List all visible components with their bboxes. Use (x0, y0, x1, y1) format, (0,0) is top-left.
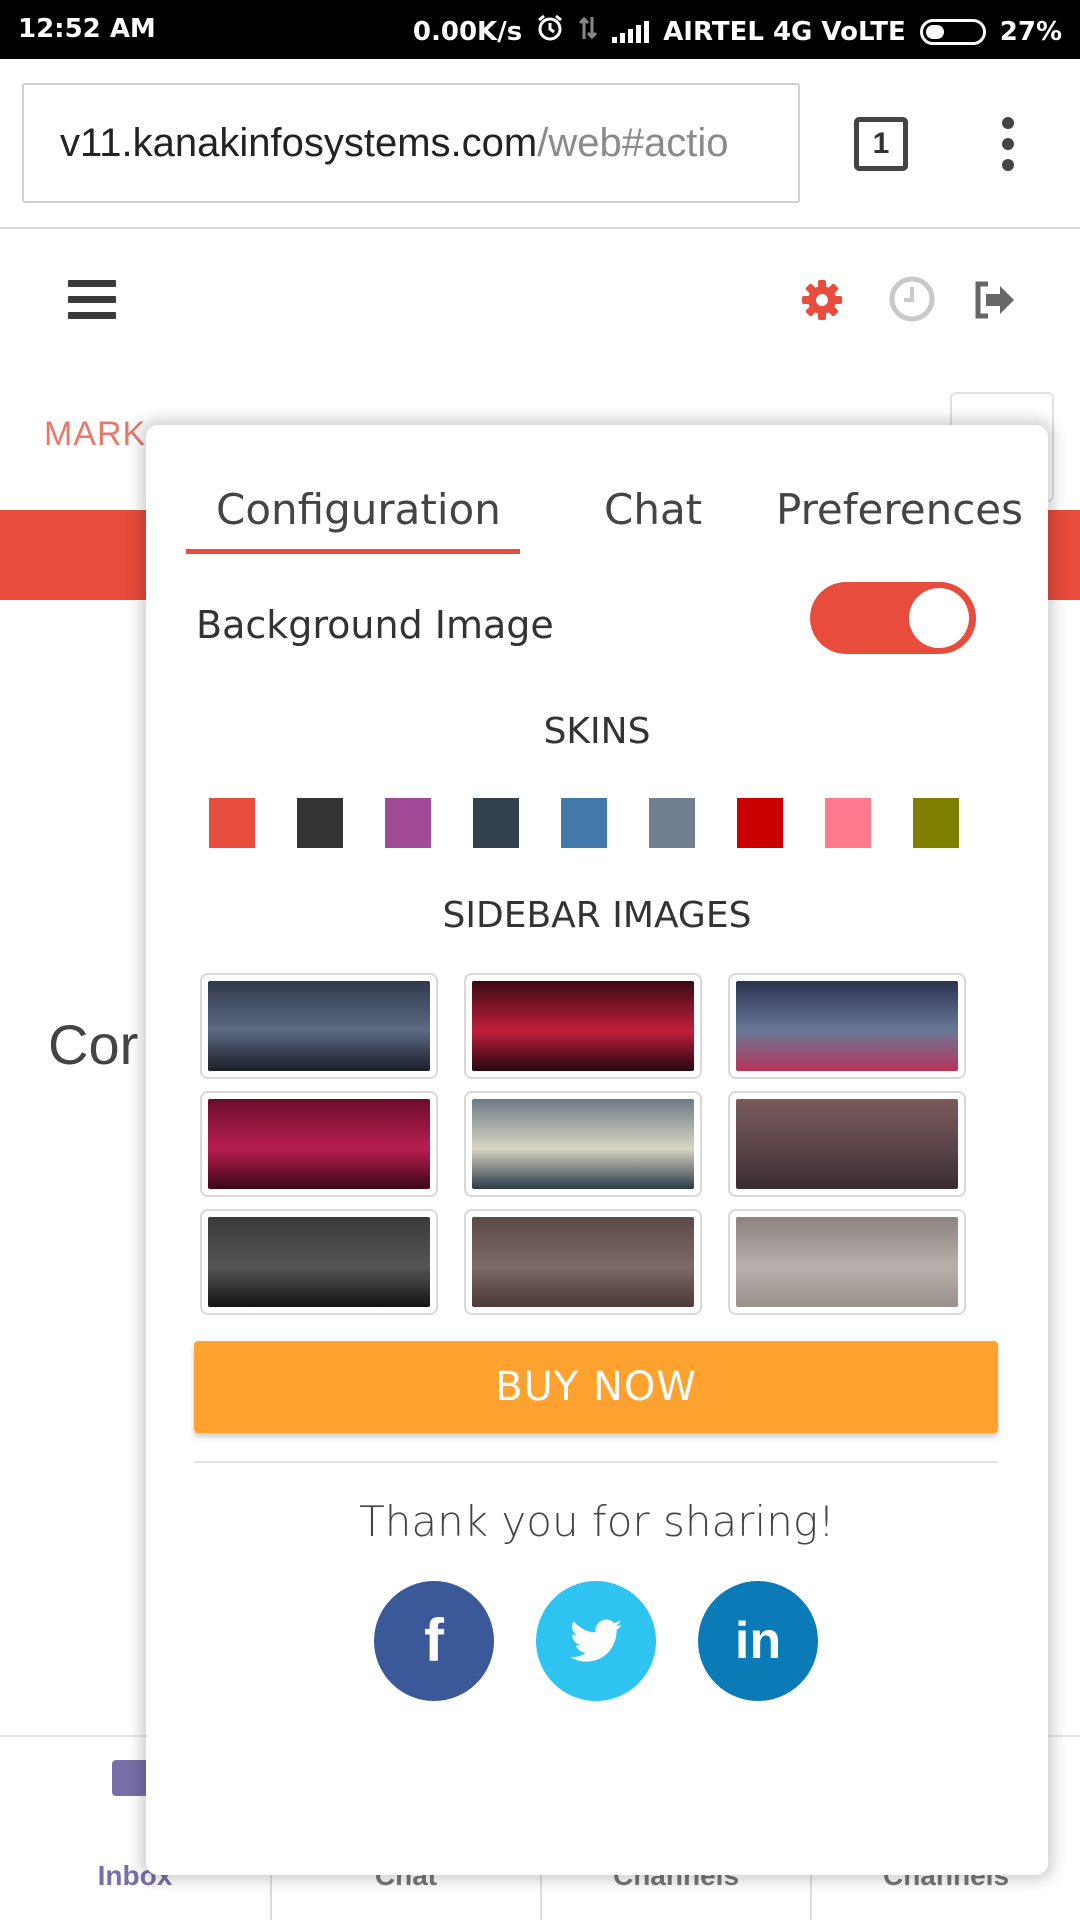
background-mark-label: MARK (44, 415, 147, 453)
background-image-label: Background Image (196, 603, 554, 647)
skin-swatch[interactable] (209, 798, 255, 848)
skin-swatch[interactable] (913, 798, 959, 848)
sidebar-image-mountains-night[interactable] (728, 973, 966, 1079)
twitter-icon (570, 1619, 622, 1662)
background-heading: Cor (48, 1013, 139, 1076)
status-time: 12:52 AM (18, 14, 156, 44)
facebook-icon: f (424, 1607, 444, 1674)
buy-now-button[interactable]: BUY NOW (194, 1341, 998, 1433)
sidebar-image-city-skyline[interactable] (728, 1091, 966, 1197)
skin-swatch[interactable] (825, 798, 871, 848)
battery-icon (919, 18, 986, 45)
url-path: /web#actio (537, 121, 729, 165)
tab-preferences[interactable]: Preferences (776, 485, 1023, 534)
gear-icon[interactable] (800, 278, 844, 322)
share-thanks-text: Thank you for sharing! (359, 1497, 835, 1546)
clock-icon[interactable] (888, 275, 936, 323)
signal-icon (612, 20, 650, 43)
sidebar-image-red-sky[interactable] (464, 973, 702, 1079)
tab-chat[interactable]: Chat (604, 485, 702, 534)
sidebar-image-preview (208, 1099, 430, 1189)
status-bar: 12:52 AM 0.00K/s AIRTEL 4G VoLTE 27% (0, 0, 1080, 59)
linkedin-share-button[interactable]: in (698, 1581, 818, 1701)
sidebar-image-preview (208, 981, 430, 1071)
sidebar-images-title: SIDEBAR IMAGES (442, 895, 752, 936)
status-right: 0.00K/s AIRTEL 4G VoLTE 27% (413, 14, 1062, 49)
divider (194, 1461, 998, 1463)
sidebar-image-preview (736, 1217, 958, 1307)
settings-panel: Configuration Chat Preferences Backgroun… (146, 425, 1048, 1875)
skins-palette (209, 798, 999, 848)
sidebar-image-preview (472, 1099, 694, 1189)
hamburger-menu-icon[interactable] (68, 280, 116, 320)
sidebar-image-dark-mountains[interactable] (200, 1209, 438, 1315)
carrier-label: AIRTEL 4G VoLTE (663, 16, 906, 47)
sidebar-image-preview (736, 981, 958, 1071)
settings-tabs: Configuration Chat Preferences (186, 455, 1023, 555)
url-bar[interactable]: v11.kanakinfosystems.com/web#actio (22, 83, 800, 203)
active-tab-indicator (186, 549, 520, 554)
alarm-icon (536, 14, 564, 49)
sidebar-image-magenta-hills[interactable] (200, 1091, 438, 1197)
data-arrows-icon (578, 15, 598, 48)
twitter-share-button[interactable] (536, 1581, 656, 1701)
sidebar-image-preview (208, 1217, 430, 1307)
battery-percent: 27% (999, 16, 1062, 47)
skin-swatch[interactable] (473, 798, 519, 848)
sidebar-image-preview (736, 1099, 958, 1189)
tab-switcher-button[interactable]: 1 (854, 117, 908, 171)
sidebar-image-preview (472, 981, 694, 1071)
logout-icon[interactable] (972, 280, 1018, 320)
sidebar-image-night-road[interactable] (200, 973, 438, 1079)
skin-swatch[interactable] (737, 798, 783, 848)
linkedin-icon: in (734, 1612, 782, 1670)
sidebar-image-brown-gradient[interactable] (464, 1209, 702, 1315)
skin-swatch[interactable] (385, 798, 431, 848)
tab-configuration[interactable]: Configuration (216, 485, 501, 534)
background-image-toggle[interactable] (810, 582, 976, 654)
network-speed: 0.00K/s (412, 16, 523, 47)
browser-toolbar: v11.kanakinfosystems.com/web#actio 1 (0, 59, 1080, 229)
sidebar-image-cloudy-sky[interactable] (464, 1091, 702, 1197)
url-host: v11.kanakinfosystems.com (60, 121, 538, 165)
toggle-knob (909, 588, 969, 648)
skin-swatch[interactable] (561, 798, 607, 848)
sidebar-image-grey-haze[interactable] (728, 1209, 966, 1315)
skins-title: SKINS (543, 711, 651, 752)
sidebar-image-preview (472, 1217, 694, 1307)
browser-menu-icon[interactable] (1000, 117, 1016, 171)
skin-swatch[interactable] (649, 798, 695, 848)
facebook-share-button[interactable]: f (374, 1581, 494, 1701)
skin-swatch[interactable] (297, 798, 343, 848)
